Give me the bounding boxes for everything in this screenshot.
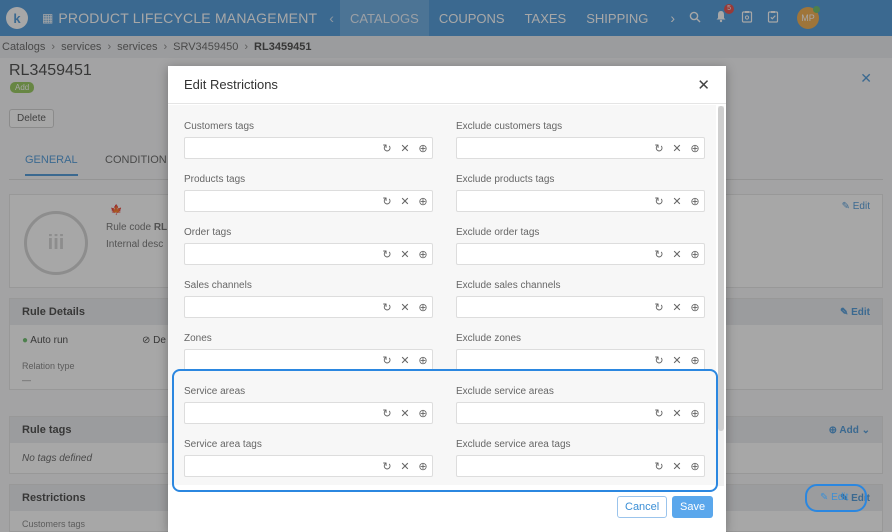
exclude-sales-channels-input[interactable]: ↻ ✕ ⊕ — [456, 296, 705, 318]
customers-tags-field: Customers tags ↻ ✕ ⊕ — [184, 121, 433, 159]
clear-icon[interactable]: ✕ — [400, 248, 410, 261]
sales-channels-input[interactable]: ↻ ✕ ⊕ — [184, 296, 433, 318]
clear-icon[interactable]: ✕ — [672, 301, 682, 314]
edit-restrictions-link-overlay[interactable]: ✎ Edit — [820, 492, 848, 503]
add-circle-icon[interactable]: ⊕ — [418, 195, 428, 208]
clear-icon[interactable]: ✕ — [672, 142, 682, 155]
modal-scrollbar-thumb[interactable] — [718, 106, 724, 431]
field-label: Customers tags — [184, 121, 255, 132]
refresh-icon[interactable]: ↻ — [654, 142, 664, 155]
exclude-products-tags-field: Exclude products tags ↻ ✕ ⊕ — [456, 174, 705, 212]
modal-header: Edit Restrictions — [168, 66, 726, 104]
refresh-icon[interactable]: ↻ — [654, 248, 664, 261]
clear-icon[interactable]: ✕ — [672, 248, 682, 261]
exclude-order-tags-input[interactable]: ↻ ✕ ⊕ — [456, 243, 705, 265]
modal-footer: Cancel Save — [168, 486, 726, 532]
field-label: Exclude products tags — [456, 174, 555, 185]
refresh-icon[interactable]: ↻ — [382, 142, 392, 155]
field-label: Order tags — [184, 227, 232, 238]
exclude-sales-channels-field: Exclude sales channels ↻ ✕ ⊕ — [456, 280, 705, 318]
field-label: Sales channels — [184, 280, 252, 291]
exclude-zones-field: Exclude zones ↻ ✕ ⊕ — [456, 333, 705, 371]
refresh-icon[interactable]: ↻ — [654, 354, 664, 367]
field-label: Products tags — [184, 174, 246, 185]
exclude-customers-tags-input[interactable]: ↻ ✕ ⊕ — [456, 137, 705, 159]
clear-icon[interactable]: ✕ — [672, 195, 682, 208]
customers-tags-input[interactable]: ↻ ✕ ⊕ — [184, 137, 433, 159]
field-label: Exclude order tags — [456, 227, 540, 238]
add-circle-icon[interactable]: ⊕ — [690, 195, 700, 208]
zones-input[interactable]: ↻ ✕ ⊕ — [184, 349, 433, 371]
add-circle-icon[interactable]: ⊕ — [690, 248, 700, 261]
field-label: Exclude customers tags — [456, 121, 563, 132]
exclude-customers-tags-field: Exclude customers tags ↻ ✕ ⊕ — [456, 121, 705, 159]
exclude-zones-input[interactable]: ↻ ✕ ⊕ — [456, 349, 705, 371]
refresh-icon[interactable]: ↻ — [382, 301, 392, 314]
refresh-icon[interactable]: ↻ — [654, 195, 664, 208]
modal-title: Edit Restrictions — [184, 77, 278, 92]
refresh-icon[interactable]: ↻ — [382, 248, 392, 261]
clear-icon[interactable]: ✕ — [400, 354, 410, 367]
add-circle-icon[interactable]: ⊕ — [690, 301, 700, 314]
clear-icon[interactable]: ✕ — [400, 142, 410, 155]
clear-icon[interactable]: ✕ — [400, 195, 410, 208]
exclude-order-tags-field: Exclude order tags ↻ ✕ ⊕ — [456, 227, 705, 265]
edit-label: Edit — [831, 492, 849, 503]
add-circle-icon[interactable]: ⊕ — [690, 354, 700, 367]
add-circle-icon[interactable]: ⊕ — [418, 142, 428, 155]
add-circle-icon[interactable]: ⊕ — [418, 301, 428, 314]
save-button[interactable]: Save — [672, 496, 714, 518]
order-tags-input[interactable]: ↻ ✕ ⊕ — [184, 243, 433, 265]
service-areas-highlight — [172, 369, 718, 492]
sales-channels-field: Sales channels ↻ ✕ ⊕ — [184, 280, 433, 318]
clear-icon[interactable]: ✕ — [400, 301, 410, 314]
field-label: Zones — [184, 333, 212, 344]
products-tags-field: Products tags ↻ ✕ ⊕ — [184, 174, 433, 212]
exclude-products-tags-input[interactable]: ↻ ✕ ⊕ — [456, 190, 705, 212]
add-circle-icon[interactable]: ⊕ — [418, 354, 428, 367]
add-circle-icon[interactable]: ⊕ — [418, 248, 428, 261]
products-tags-input[interactable]: ↻ ✕ ⊕ — [184, 190, 433, 212]
refresh-icon[interactable]: ↻ — [382, 195, 392, 208]
zones-field: Zones ↻ ✕ ⊕ — [184, 333, 433, 371]
add-circle-icon[interactable]: ⊕ — [690, 142, 700, 155]
modal-close-icon[interactable]: ✕ — [697, 76, 710, 94]
refresh-icon[interactable]: ↻ — [654, 301, 664, 314]
cancel-button[interactable]: Cancel — [617, 496, 668, 518]
field-label: Exclude zones — [456, 333, 522, 344]
order-tags-field: Order tags ↻ ✕ ⊕ — [184, 227, 433, 265]
field-label: Exclude sales channels — [456, 280, 561, 291]
refresh-icon[interactable]: ↻ — [382, 354, 392, 367]
clear-icon[interactable]: ✕ — [672, 354, 682, 367]
